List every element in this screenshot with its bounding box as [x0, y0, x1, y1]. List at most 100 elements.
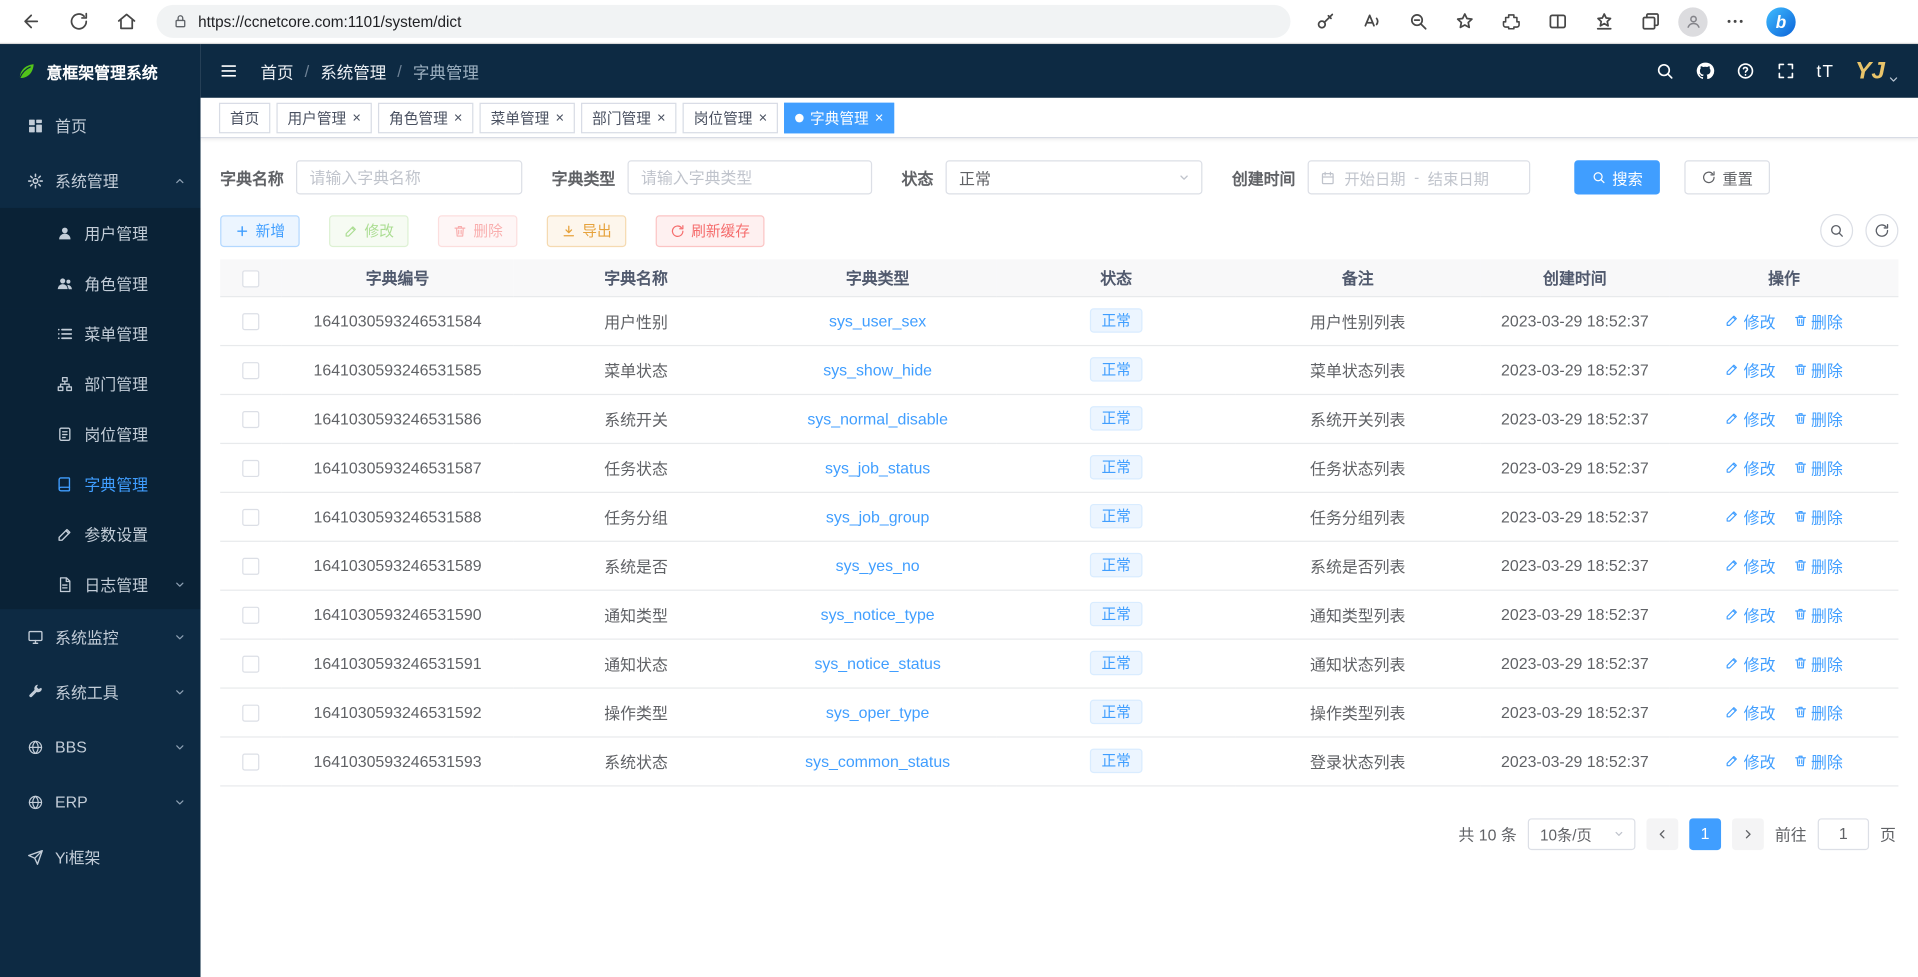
- row-delete-button[interactable]: 删除: [1793, 602, 1843, 625]
- favorites-bar-button[interactable]: [1585, 3, 1623, 40]
- tab-dept-management[interactable]: 部门管理×: [581, 102, 676, 133]
- font-size-button[interactable]: tT: [1817, 61, 1835, 81]
- password-button[interactable]: [1306, 3, 1344, 40]
- sidebar-item-role-management[interactable]: 角色管理: [0, 258, 201, 308]
- row-delete-button[interactable]: 删除: [1793, 749, 1843, 772]
- tab-close-icon[interactable]: ×: [454, 110, 463, 125]
- refresh-table-button[interactable]: [1865, 214, 1898, 247]
- zoom-button[interactable]: [1399, 3, 1437, 40]
- read-aloud-button[interactable]: [1353, 3, 1391, 40]
- sidebar-item-dept-management[interactable]: 部门管理: [0, 358, 201, 408]
- row-checkbox[interactable]: [242, 313, 259, 330]
- tab-home[interactable]: 首页: [219, 102, 270, 133]
- add-button[interactable]: 新增: [220, 215, 300, 247]
- tab-close-icon[interactable]: ×: [875, 110, 884, 125]
- row-edit-button[interactable]: 修改: [1725, 309, 1775, 332]
- dict-name-input[interactable]: [296, 160, 522, 194]
- sidebar-item-system-management[interactable]: 系统管理: [0, 153, 201, 208]
- row-delete-button[interactable]: 删除: [1793, 554, 1843, 577]
- current-page[interactable]: 1: [1689, 818, 1721, 850]
- fullscreen-button[interactable]: [1776, 61, 1796, 81]
- user-logo[interactable]: YJ: [1855, 57, 1900, 85]
- row-checkbox[interactable]: [242, 753, 259, 770]
- toggle-search-button[interactable]: [1820, 214, 1853, 247]
- dict-type-link[interactable]: sys_user_sex: [829, 311, 926, 329]
- page-size-select[interactable]: 10条/页: [1528, 818, 1636, 850]
- dict-type-link[interactable]: sys_normal_disable: [807, 409, 948, 427]
- row-edit-button[interactable]: 修改: [1725, 358, 1775, 381]
- status-select[interactable]: 正常: [946, 160, 1203, 194]
- row-edit-button[interactable]: 修改: [1725, 456, 1775, 479]
- row-checkbox[interactable]: [242, 704, 259, 721]
- dict-type-link[interactable]: sys_yes_no: [836, 556, 920, 574]
- goto-page-input[interactable]: [1818, 818, 1869, 850]
- github-button[interactable]: [1695, 61, 1715, 81]
- breadcrumb-system[interactable]: 系统管理: [320, 59, 386, 83]
- dict-type-link[interactable]: sys_job_status: [825, 458, 930, 476]
- add-favorite-button[interactable]: [1446, 3, 1484, 40]
- browser-menu-button[interactable]: [1716, 3, 1754, 40]
- sidebar-item-param-settings[interactable]: 参数设置: [0, 509, 201, 559]
- row-delete-button[interactable]: 删除: [1793, 651, 1843, 674]
- sidebar-toggle-button[interactable]: [219, 61, 239, 81]
- dict-type-input[interactable]: [628, 160, 873, 194]
- row-delete-button[interactable]: 删除: [1793, 358, 1843, 381]
- sidebar-item-system-monitor[interactable]: 系统监控: [0, 609, 201, 664]
- sidebar-item-home[interactable]: 首页: [0, 98, 201, 153]
- extensions-button[interactable]: [1492, 3, 1530, 40]
- date-range-picker[interactable]: 开始日期 - 结束日期: [1308, 160, 1531, 194]
- sidebar-item-system-tools[interactable]: 系统工具: [0, 664, 201, 719]
- reset-button[interactable]: 重置: [1684, 160, 1770, 194]
- prev-page-button[interactable]: [1646, 818, 1678, 850]
- breadcrumb-home[interactable]: 首页: [261, 59, 294, 83]
- row-edit-button[interactable]: 修改: [1725, 749, 1775, 772]
- app-logo[interactable]: 意框架管理系统: [0, 44, 201, 98]
- dict-type-link[interactable]: sys_oper_type: [826, 703, 929, 721]
- select-all-checkbox[interactable]: [242, 270, 259, 287]
- row-checkbox[interactable]: [242, 558, 259, 575]
- tab-close-icon[interactable]: ×: [657, 110, 666, 125]
- tab-dict-management[interactable]: 字典管理×: [784, 102, 894, 133]
- dict-type-link[interactable]: sys_common_status: [805, 752, 950, 770]
- row-edit-button[interactable]: 修改: [1725, 651, 1775, 674]
- docs-button[interactable]: [1736, 61, 1756, 81]
- header-search-button[interactable]: [1655, 61, 1675, 81]
- bing-copilot-button[interactable]: [1766, 7, 1795, 36]
- next-page-button[interactable]: [1732, 818, 1764, 850]
- row-checkbox[interactable]: [242, 606, 259, 623]
- row-delete-button[interactable]: 删除: [1793, 407, 1843, 430]
- sidebar-item-log-management[interactable]: 日志管理: [0, 559, 201, 609]
- collections-button[interactable]: [1632, 3, 1670, 40]
- sidebar-item-bbs[interactable]: BBS: [0, 719, 201, 774]
- sidebar-item-post-management[interactable]: 岗位管理: [0, 409, 201, 459]
- back-button[interactable]: [12, 3, 49, 40]
- row-checkbox[interactable]: [242, 509, 259, 526]
- row-checkbox[interactable]: [242, 460, 259, 477]
- row-delete-button[interactable]: 删除: [1793, 505, 1843, 528]
- tab-role-management[interactable]: 角色管理×: [378, 102, 473, 133]
- row-edit-button[interactable]: 修改: [1725, 554, 1775, 577]
- dict-type-link[interactable]: sys_show_hide: [823, 360, 932, 378]
- row-edit-button[interactable]: 修改: [1725, 505, 1775, 528]
- row-delete-button[interactable]: 删除: [1793, 309, 1843, 332]
- profile-avatar[interactable]: [1678, 7, 1707, 36]
- tab-post-management[interactable]: 岗位管理×: [683, 102, 778, 133]
- address-bar[interactable]: https://ccnetcore.com:1101/system/dict: [157, 5, 1291, 38]
- refresh-cache-button[interactable]: 刷新缓存: [656, 215, 765, 247]
- row-checkbox[interactable]: [242, 411, 259, 428]
- edit-button[interactable]: 修改: [329, 215, 409, 247]
- row-delete-button[interactable]: 删除: [1793, 456, 1843, 479]
- sidebar-item-dict-management[interactable]: 字典管理: [0, 459, 201, 509]
- reload-button[interactable]: [60, 3, 97, 40]
- tab-close-icon[interactable]: ×: [759, 110, 768, 125]
- split-screen-button[interactable]: [1539, 3, 1577, 40]
- row-delete-button[interactable]: 删除: [1793, 700, 1843, 723]
- home-button[interactable]: [108, 3, 145, 40]
- dict-type-link[interactable]: sys_notice_status: [814, 654, 940, 672]
- export-button[interactable]: 导出: [547, 215, 627, 247]
- row-checkbox[interactable]: [242, 362, 259, 379]
- row-edit-button[interactable]: 修改: [1725, 407, 1775, 430]
- tab-close-icon[interactable]: ×: [555, 110, 564, 125]
- tab-menu-management[interactable]: 菜单管理×: [480, 102, 575, 133]
- search-button[interactable]: 搜索: [1574, 160, 1660, 194]
